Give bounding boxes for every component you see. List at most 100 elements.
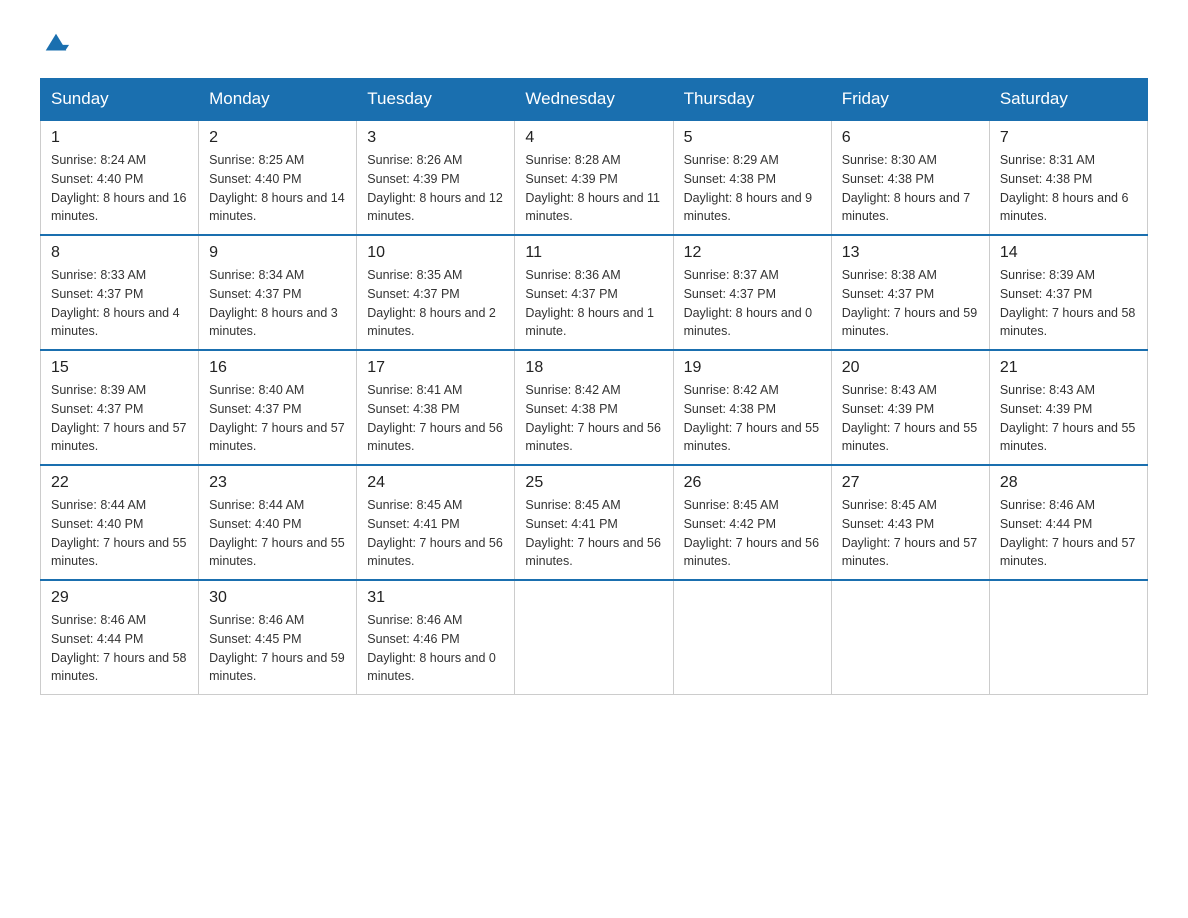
calendar-cell: 14 Sunrise: 8:39 AM Sunset: 4:37 PM Dayl… xyxy=(989,235,1147,350)
day-number: 31 xyxy=(367,589,504,607)
day-info: Sunrise: 8:45 AM Sunset: 4:42 PM Dayligh… xyxy=(684,496,821,571)
calendar-cell: 19 Sunrise: 8:42 AM Sunset: 4:38 PM Dayl… xyxy=(673,350,831,465)
calendar-cell: 16 Sunrise: 8:40 AM Sunset: 4:37 PM Dayl… xyxy=(199,350,357,465)
week-row-3: 15 Sunrise: 8:39 AM Sunset: 4:37 PM Dayl… xyxy=(41,350,1148,465)
day-number: 10 xyxy=(367,244,504,262)
header-monday: Monday xyxy=(199,79,357,121)
calendar-cell: 27 Sunrise: 8:45 AM Sunset: 4:43 PM Dayl… xyxy=(831,465,989,580)
header-tuesday: Tuesday xyxy=(357,79,515,121)
calendar-cell: 2 Sunrise: 8:25 AM Sunset: 4:40 PM Dayli… xyxy=(199,120,357,235)
day-info: Sunrise: 8:33 AM Sunset: 4:37 PM Dayligh… xyxy=(51,266,188,341)
day-info: Sunrise: 8:38 AM Sunset: 4:37 PM Dayligh… xyxy=(842,266,979,341)
calendar-cell: 12 Sunrise: 8:37 AM Sunset: 4:37 PM Dayl… xyxy=(673,235,831,350)
header-friday: Friday xyxy=(831,79,989,121)
calendar-cell: 28 Sunrise: 8:46 AM Sunset: 4:44 PM Dayl… xyxy=(989,465,1147,580)
day-info: Sunrise: 8:45 AM Sunset: 4:43 PM Dayligh… xyxy=(842,496,979,571)
calendar-cell xyxy=(515,580,673,695)
day-number: 29 xyxy=(51,589,188,607)
day-info: Sunrise: 8:28 AM Sunset: 4:39 PM Dayligh… xyxy=(525,151,662,226)
day-info: Sunrise: 8:44 AM Sunset: 4:40 PM Dayligh… xyxy=(51,496,188,571)
day-number: 16 xyxy=(209,359,346,377)
day-number: 24 xyxy=(367,474,504,492)
calendar-cell: 18 Sunrise: 8:42 AM Sunset: 4:38 PM Dayl… xyxy=(515,350,673,465)
day-info: Sunrise: 8:46 AM Sunset: 4:44 PM Dayligh… xyxy=(51,611,188,686)
day-info: Sunrise: 8:34 AM Sunset: 4:37 PM Dayligh… xyxy=(209,266,346,341)
day-info: Sunrise: 8:39 AM Sunset: 4:37 PM Dayligh… xyxy=(51,381,188,456)
day-number: 6 xyxy=(842,129,979,147)
day-info: Sunrise: 8:30 AM Sunset: 4:38 PM Dayligh… xyxy=(842,151,979,226)
header-saturday: Saturday xyxy=(989,79,1147,121)
calendar-cell: 9 Sunrise: 8:34 AM Sunset: 4:37 PM Dayli… xyxy=(199,235,357,350)
calendar-cell: 5 Sunrise: 8:29 AM Sunset: 4:38 PM Dayli… xyxy=(673,120,831,235)
day-info: Sunrise: 8:42 AM Sunset: 4:38 PM Dayligh… xyxy=(684,381,821,456)
day-number: 23 xyxy=(209,474,346,492)
day-number: 17 xyxy=(367,359,504,377)
week-row-5: 29 Sunrise: 8:46 AM Sunset: 4:44 PM Dayl… xyxy=(41,580,1148,695)
day-number: 4 xyxy=(525,129,662,147)
day-number: 27 xyxy=(842,474,979,492)
day-info: Sunrise: 8:36 AM Sunset: 4:37 PM Dayligh… xyxy=(525,266,662,341)
header-wednesday: Wednesday xyxy=(515,79,673,121)
calendar-cell: 22 Sunrise: 8:44 AM Sunset: 4:40 PM Dayl… xyxy=(41,465,199,580)
day-info: Sunrise: 8:45 AM Sunset: 4:41 PM Dayligh… xyxy=(367,496,504,571)
calendar-cell: 10 Sunrise: 8:35 AM Sunset: 4:37 PM Dayl… xyxy=(357,235,515,350)
week-row-2: 8 Sunrise: 8:33 AM Sunset: 4:37 PM Dayli… xyxy=(41,235,1148,350)
calendar-cell: 21 Sunrise: 8:43 AM Sunset: 4:39 PM Dayl… xyxy=(989,350,1147,465)
page-header xyxy=(40,30,1148,58)
day-number: 8 xyxy=(51,244,188,262)
day-number: 9 xyxy=(209,244,346,262)
calendar-cell: 11 Sunrise: 8:36 AM Sunset: 4:37 PM Dayl… xyxy=(515,235,673,350)
day-number: 26 xyxy=(684,474,821,492)
day-info: Sunrise: 8:46 AM Sunset: 4:44 PM Dayligh… xyxy=(1000,496,1137,571)
day-info: Sunrise: 8:31 AM Sunset: 4:38 PM Dayligh… xyxy=(1000,151,1137,226)
day-number: 30 xyxy=(209,589,346,607)
day-info: Sunrise: 8:43 AM Sunset: 4:39 PM Dayligh… xyxy=(1000,381,1137,456)
day-number: 12 xyxy=(684,244,821,262)
day-number: 22 xyxy=(51,474,188,492)
calendar-cell: 17 Sunrise: 8:41 AM Sunset: 4:38 PM Dayl… xyxy=(357,350,515,465)
day-info: Sunrise: 8:42 AM Sunset: 4:38 PM Dayligh… xyxy=(525,381,662,456)
calendar-cell xyxy=(673,580,831,695)
header-thursday: Thursday xyxy=(673,79,831,121)
day-info: Sunrise: 8:45 AM Sunset: 4:41 PM Dayligh… xyxy=(525,496,662,571)
calendar-cell: 3 Sunrise: 8:26 AM Sunset: 4:39 PM Dayli… xyxy=(357,120,515,235)
calendar-cell xyxy=(989,580,1147,695)
day-info: Sunrise: 8:25 AM Sunset: 4:40 PM Dayligh… xyxy=(209,151,346,226)
calendar-cell: 25 Sunrise: 8:45 AM Sunset: 4:41 PM Dayl… xyxy=(515,465,673,580)
header-sunday: Sunday xyxy=(41,79,199,121)
day-info: Sunrise: 8:39 AM Sunset: 4:37 PM Dayligh… xyxy=(1000,266,1137,341)
day-number: 15 xyxy=(51,359,188,377)
day-info: Sunrise: 8:37 AM Sunset: 4:37 PM Dayligh… xyxy=(684,266,821,341)
day-number: 5 xyxy=(684,129,821,147)
calendar-cell: 30 Sunrise: 8:46 AM Sunset: 4:45 PM Dayl… xyxy=(199,580,357,695)
day-number: 2 xyxy=(209,129,346,147)
week-row-1: 1 Sunrise: 8:24 AM Sunset: 4:40 PM Dayli… xyxy=(41,120,1148,235)
day-info: Sunrise: 8:24 AM Sunset: 4:40 PM Dayligh… xyxy=(51,151,188,226)
calendar-cell: 6 Sunrise: 8:30 AM Sunset: 4:38 PM Dayli… xyxy=(831,120,989,235)
day-info: Sunrise: 8:40 AM Sunset: 4:37 PM Dayligh… xyxy=(209,381,346,456)
day-info: Sunrise: 8:29 AM Sunset: 4:38 PM Dayligh… xyxy=(684,151,821,226)
calendar-cell: 15 Sunrise: 8:39 AM Sunset: 4:37 PM Dayl… xyxy=(41,350,199,465)
day-number: 20 xyxy=(842,359,979,377)
day-number: 18 xyxy=(525,359,662,377)
day-info: Sunrise: 8:26 AM Sunset: 4:39 PM Dayligh… xyxy=(367,151,504,226)
day-number: 19 xyxy=(684,359,821,377)
day-number: 25 xyxy=(525,474,662,492)
logo xyxy=(40,30,74,58)
calendar-header-row: SundayMondayTuesdayWednesdayThursdayFrid… xyxy=(41,79,1148,121)
day-info: Sunrise: 8:41 AM Sunset: 4:38 PM Dayligh… xyxy=(367,381,504,456)
calendar-table: SundayMondayTuesdayWednesdayThursdayFrid… xyxy=(40,78,1148,695)
calendar-cell: 29 Sunrise: 8:46 AM Sunset: 4:44 PM Dayl… xyxy=(41,580,199,695)
day-number: 3 xyxy=(367,129,504,147)
week-row-4: 22 Sunrise: 8:44 AM Sunset: 4:40 PM Dayl… xyxy=(41,465,1148,580)
calendar-cell: 24 Sunrise: 8:45 AM Sunset: 4:41 PM Dayl… xyxy=(357,465,515,580)
calendar-cell xyxy=(831,580,989,695)
day-info: Sunrise: 8:35 AM Sunset: 4:37 PM Dayligh… xyxy=(367,266,504,341)
calendar-cell: 8 Sunrise: 8:33 AM Sunset: 4:37 PM Dayli… xyxy=(41,235,199,350)
day-number: 14 xyxy=(1000,244,1137,262)
day-number: 13 xyxy=(842,244,979,262)
day-info: Sunrise: 8:43 AM Sunset: 4:39 PM Dayligh… xyxy=(842,381,979,456)
day-number: 11 xyxy=(525,244,662,262)
logo-icon xyxy=(42,30,70,58)
day-info: Sunrise: 8:46 AM Sunset: 4:45 PM Dayligh… xyxy=(209,611,346,686)
